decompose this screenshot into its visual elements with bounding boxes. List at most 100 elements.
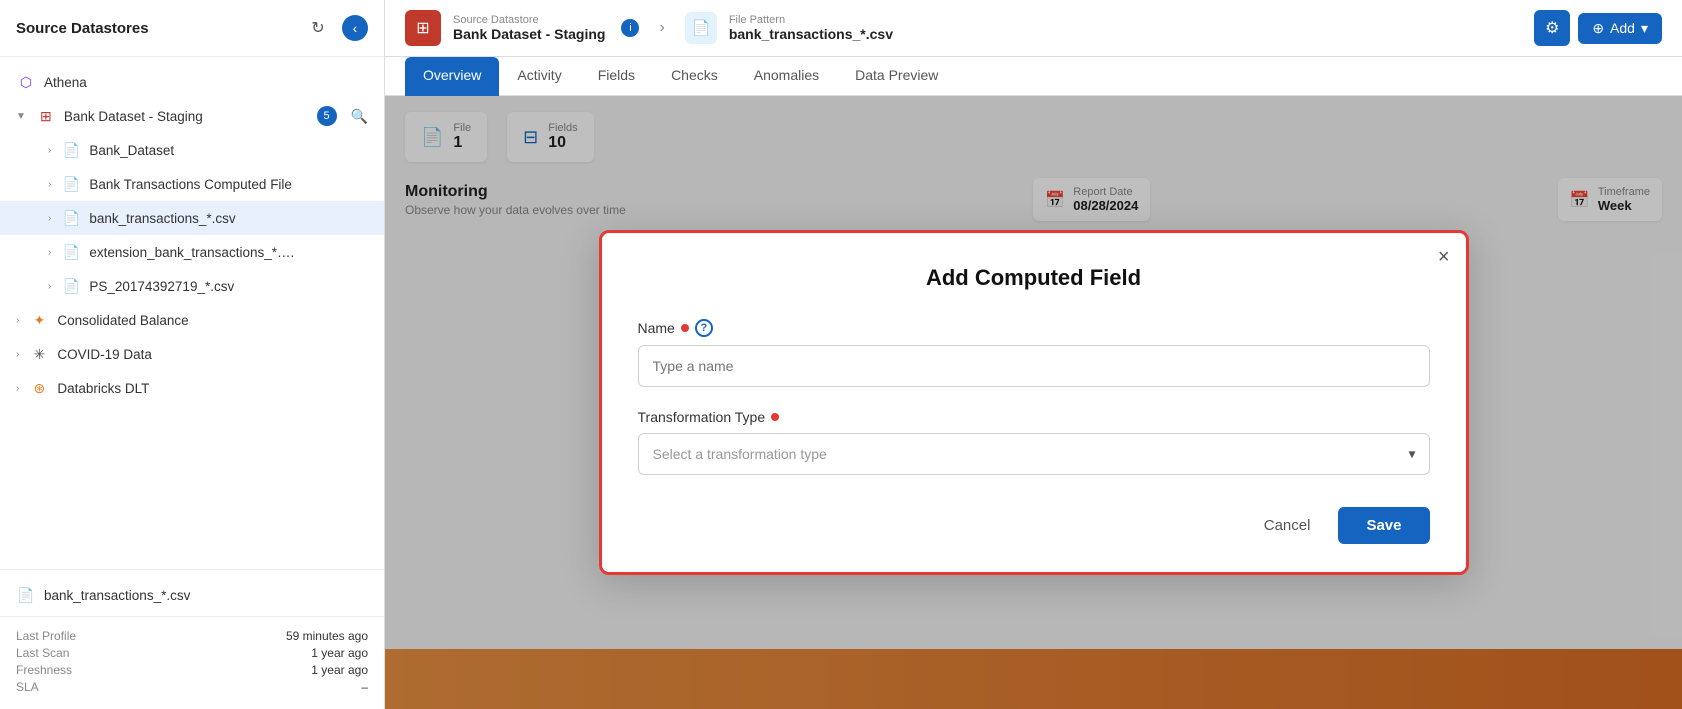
sidebar-header-actions: ↻ ‹ [304,14,368,42]
transformation-form-group: Transformation Type Select a transformat… [638,409,1430,475]
freshness-value: 1 year ago [311,663,368,677]
cancel-button[interactable]: Cancel [1248,507,1327,544]
tab-fields[interactable]: Fields [580,57,653,96]
sidebar-item-bank-transactions-computed[interactable]: › 📄 Bank Transactions Computed File [0,167,384,201]
sidebar-item-ps-file-label: PS_20174392719_*.csv [89,279,234,294]
covid-icon: ✳ [29,344,49,364]
sidebar-item-covid[interactable]: › ✳ COVID-19 Data [0,337,384,371]
last-profile-label: Last Profile [16,629,76,643]
consolidated-icon: ✦ [29,310,49,330]
sidebar-item-extension-bank[interactable]: › 📄 extension_bank_transactions_*…. [0,235,384,269]
info-icon: i [621,19,639,37]
extension-bank-icon: 📄 [61,242,81,262]
breadcrumb-source: Source Datastore Bank Dataset - Staging [453,14,605,42]
sidebar-item-bank-dataset[interactable]: › 📄 Bank_Dataset [0,133,384,167]
tab-anomalies[interactable]: Anomalies [736,57,837,96]
last-scan-label: Last Scan [16,646,69,660]
sidebar-item-bank-transactions-computed-label: Bank Transactions Computed File [89,177,292,192]
sidebar-header: Source Datastores ↻ ‹ [0,0,384,57]
content-area: 📄 File 1 ⊟ Fields 10 Monitoring Observe … [385,96,1682,709]
sidebar-item-athena[interactable]: ⬡ Athena [0,65,384,99]
sidebar-item-consolidated[interactable]: › ✦ Consolidated Balance [0,303,384,337]
transformation-label: Transformation Type [638,409,1430,425]
sidebar-item-ps-file[interactable]: › 📄 PS_20174392719_*.csv [0,269,384,303]
breadcrumb-file: File Pattern bank_transactions_*.csv [729,14,893,42]
chevron-right-icon4: › [48,247,51,258]
bank-staging-badge: 5 [317,106,337,126]
add-chevron-icon: ▾ [1641,20,1648,37]
add-button[interactable]: ⊕ Add ▾ [1578,13,1662,44]
name-label: Name ? [638,319,1430,337]
name-form-group: Name ? [638,319,1430,387]
ps-file-icon: 📄 [61,276,81,296]
modal-actions: Cancel Save [638,507,1430,544]
sla-value: – [361,680,368,694]
footer-freshness: Freshness 1 year ago [16,663,368,677]
chevron-right-icon7: › [16,349,19,360]
sidebar: Source Datastores ↻ ‹ ⬡ Athena ▼ ⊞ Bank … [0,0,385,709]
sidebar-item-bank-transactions-csv[interactable]: › 📄 bank_transactions_*.csv [0,201,384,235]
last-profile-value: 59 minutes ago [286,629,368,643]
bank-transactions-csv-icon: 📄 [61,208,81,228]
footer-sla: SLA – [16,680,368,694]
refresh-button[interactable]: ↻ [304,14,332,42]
sidebar-bottom-item[interactable]: 📄 bank_transactions_*.csv [16,578,368,612]
settings-button[interactable]: ⚙ [1534,10,1570,46]
modal-overlay: × Add Computed Field Name ? Transformati… [385,96,1682,709]
sidebar-item-bank-dataset-label: Bank_Dataset [89,143,174,158]
sidebar-item-databricks-label: Databricks DLT [57,381,149,396]
chevron-right-icon6: › [16,315,19,326]
sidebar-title: Source Datastores [16,20,149,37]
file-pattern-value: bank_transactions_*.csv [729,26,893,42]
sidebar-item-bank-staging[interactable]: ▼ ⊞ Bank Dataset - Staging 5 🔍 [0,99,384,133]
breadcrumb-separator: › [659,19,664,37]
search-icon[interactable]: 🔍 [351,108,368,125]
tab-checks[interactable]: Checks [653,57,736,96]
tab-data-preview[interactable]: Data Preview [837,57,956,96]
file-pattern-label: File Pattern [729,14,893,26]
databricks-icon: ⊛ [29,378,49,398]
name-help-icon[interactable]: ? [695,319,713,337]
chevron-right-icon3: › [48,213,51,224]
sidebar-item-consolidated-label: Consolidated Balance [57,313,188,328]
transformation-select[interactable]: Select a transformation type [638,433,1430,475]
main-content: ⊞ Source Datastore Bank Dataset - Stagin… [385,0,1682,709]
sidebar-item-databricks[interactable]: › ⊛ Databricks DLT [0,371,384,405]
chevron-right-icon8: › [16,383,19,394]
sidebar-item-extension-bank-label: extension_bank_transactions_*…. [89,245,294,260]
sidebar-item-bank-transactions-csv-label: bank_transactions_*.csv [89,211,235,226]
bank-transactions-computed-icon: 📄 [61,174,81,194]
add-icon: ⊕ [1592,20,1604,37]
sla-label: SLA [16,680,39,694]
sidebar-item-athena-label: Athena [44,75,87,90]
sidebar-item-covid-label: COVID-19 Data [57,347,152,362]
transformation-select-wrapper: Select a transformation type ▾ [638,433,1430,475]
bank-staging-icon: ⊞ [36,106,56,126]
sidebar-items-list: ⬡ Athena ▼ ⊞ Bank Dataset - Staging 5 🔍 … [0,57,384,569]
file-pattern-icon: 📄 [685,12,717,44]
tab-overview[interactable]: Overview [405,57,499,96]
sidebar-bottom-label: bank_transactions_*.csv [44,588,190,603]
collapse-button[interactable]: ‹ [342,15,368,41]
modal-close-button[interactable]: × [1438,247,1450,267]
save-button[interactable]: Save [1338,507,1429,544]
tabs-bar: Overview Activity Fields Checks Anomalie… [385,57,1682,96]
transformation-required-indicator [771,413,779,421]
source-label: Source Datastore [453,14,605,26]
add-label: Add [1610,20,1635,36]
topbar-actions: ⚙ ⊕ Add ▾ [1534,10,1662,46]
source-value: Bank Dataset - Staging [453,26,605,42]
bottom-file-icon: 📄 [16,585,36,605]
chevron-right-icon: › [48,145,51,156]
sidebar-footer: Last Profile 59 minutes ago Last Scan 1 … [0,616,384,709]
topbar: ⊞ Source Datastore Bank Dataset - Stagin… [385,0,1682,57]
chevron-right-icon2: › [48,179,51,190]
chevron-right-icon5: › [48,281,51,292]
add-computed-field-modal: × Add Computed Field Name ? Transformati… [599,230,1469,575]
chevron-down-icon: ▼ [16,111,26,122]
freshness-label: Freshness [16,663,72,677]
footer-last-scan: Last Scan 1 year ago [16,646,368,660]
tab-activity[interactable]: Activity [499,57,579,96]
last-scan-value: 1 year ago [311,646,368,660]
name-input[interactable] [638,345,1430,387]
